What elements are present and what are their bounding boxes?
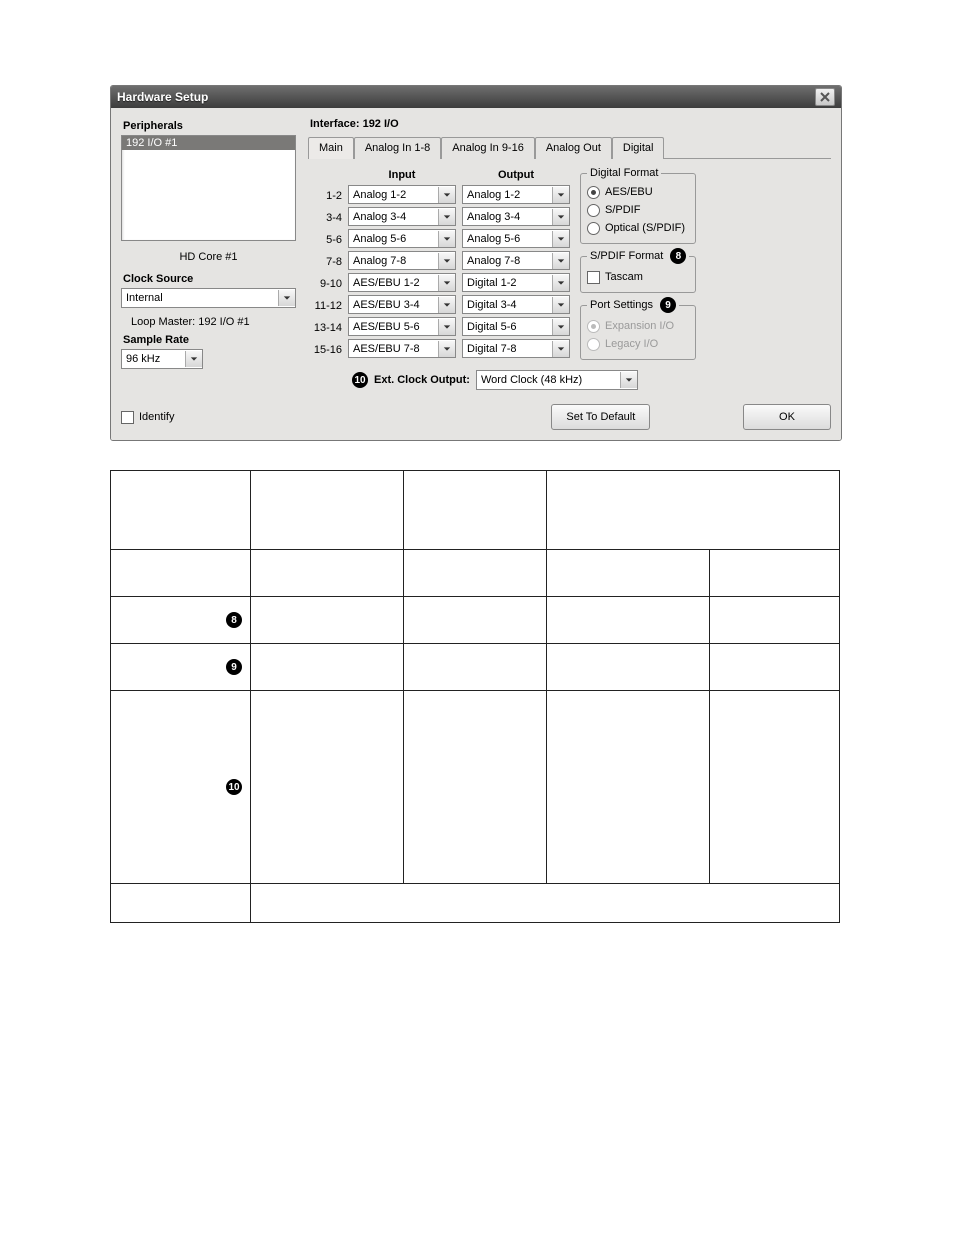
chevron-down-icon bbox=[552, 297, 569, 313]
chevron-down-icon bbox=[438, 187, 455, 203]
tab-analog-in-9-16[interactable]: Analog In 9-16 bbox=[441, 137, 535, 159]
ext-clock-select[interactable]: Word Clock (48 kHz) bbox=[476, 370, 638, 390]
callout-badge: 8 bbox=[226, 612, 242, 628]
radio-aes-ebu[interactable]: AES/EBU bbox=[587, 183, 689, 201]
io-row-label: 13-14 bbox=[308, 317, 348, 339]
loop-master-label: Loop Master: 192 I/O #1 bbox=[131, 316, 296, 328]
io-row-label: 3-4 bbox=[308, 207, 348, 229]
input-select-13-14[interactable]: AES/EBU 5-6 bbox=[348, 317, 456, 336]
digital-format-group: Digital Format AES/EBU S/PDIF Optical (S… bbox=[580, 167, 696, 244]
input-select-15-16[interactable]: AES/EBU 7-8 bbox=[348, 339, 456, 358]
io-row-label: 9-10 bbox=[308, 273, 348, 295]
output-select-11-12[interactable]: Digital 3-4 bbox=[462, 295, 570, 314]
callout-badge-10: 10 bbox=[352, 372, 368, 388]
spdif-format-legend: S/PDIF Format 8 bbox=[587, 248, 689, 264]
sample-rate-value: 96 kHz bbox=[122, 353, 185, 365]
ok-button[interactable]: OK bbox=[743, 404, 831, 430]
chevron-down-icon bbox=[278, 290, 295, 306]
spdif-format-group: S/PDIF Format 8 Tascam bbox=[580, 248, 696, 293]
input-select-1-2[interactable]: Analog 1-2 bbox=[348, 185, 456, 204]
io-row-label: 7-8 bbox=[308, 251, 348, 273]
peripherals-item[interactable]: 192 I/O #1 bbox=[122, 136, 295, 150]
peripherals-list[interactable]: 192 I/O #1 bbox=[121, 135, 296, 241]
tab-bar: Main Analog In 1-8 Analog In 9-16 Analog… bbox=[308, 136, 831, 159]
chevron-down-icon bbox=[185, 351, 202, 367]
chevron-down-icon bbox=[438, 253, 455, 269]
output-select-5-6[interactable]: Analog 5-6 bbox=[462, 229, 570, 248]
port-settings-group: Port Settings 9 Expansion I/O Legacy I/O bbox=[580, 297, 696, 360]
set-to-default-button[interactable]: Set To Default bbox=[551, 404, 650, 430]
port-settings-legend: Port Settings 9 bbox=[587, 297, 679, 313]
interface-label: Interface: 192 I/O bbox=[310, 118, 831, 130]
sample-rate-select[interactable]: 96 kHz bbox=[121, 349, 203, 369]
output-header: Output bbox=[462, 165, 570, 185]
chevron-down-icon bbox=[552, 341, 569, 357]
tab-analog-out[interactable]: Analog Out bbox=[535, 137, 612, 159]
output-select-15-16[interactable]: Digital 7-8 bbox=[462, 339, 570, 358]
clock-source-label: Clock Source bbox=[123, 273, 296, 285]
chevron-down-icon bbox=[438, 297, 455, 313]
title-bar: Hardware Setup bbox=[111, 86, 841, 108]
chevron-down-icon bbox=[438, 231, 455, 247]
chevron-down-icon bbox=[552, 319, 569, 335]
io-row-label: 11-12 bbox=[308, 295, 348, 317]
chevron-down-icon bbox=[438, 275, 455, 291]
input-select-5-6[interactable]: Analog 5-6 bbox=[348, 229, 456, 248]
output-select-1-2[interactable]: Analog 1-2 bbox=[462, 185, 570, 204]
callout-badge: 9 bbox=[226, 659, 242, 675]
tab-main[interactable]: Main bbox=[308, 137, 354, 159]
callout-badge-9: 9 bbox=[660, 297, 676, 313]
chevron-down-icon bbox=[552, 209, 569, 225]
peripherals-label: Peripherals bbox=[123, 120, 296, 132]
chevron-down-icon bbox=[438, 209, 455, 225]
io-row-label: 15-16 bbox=[308, 339, 348, 361]
close-button[interactable] bbox=[815, 88, 835, 106]
io-row-labels: 1-2 3-4 5-6 7-8 9-10 11-12 13-14 15-16 bbox=[308, 165, 348, 364]
window-title: Hardware Setup bbox=[117, 90, 815, 104]
output-select-7-8[interactable]: Analog 7-8 bbox=[462, 251, 570, 270]
close-icon bbox=[820, 92, 830, 102]
input-select-7-8[interactable]: Analog 7-8 bbox=[348, 251, 456, 270]
io-row-label: 5-6 bbox=[308, 229, 348, 251]
input-select-9-10[interactable]: AES/EBU 1-2 bbox=[348, 273, 456, 292]
input-select-11-12[interactable]: AES/EBU 3-4 bbox=[348, 295, 456, 314]
hd-core-label: HD Core #1 bbox=[121, 251, 296, 263]
radio-spdif[interactable]: S/PDIF bbox=[587, 201, 689, 219]
input-select-3-4[interactable]: Analog 3-4 bbox=[348, 207, 456, 226]
radio-optical-spdif[interactable]: Optical (S/PDIF) bbox=[587, 219, 689, 237]
ext-clock-label: Ext. Clock Output: bbox=[374, 374, 470, 386]
output-select-13-14[interactable]: Digital 5-6 bbox=[462, 317, 570, 336]
hardware-setup-window: Hardware Setup Peripherals 192 I/O #1 HD… bbox=[110, 85, 842, 441]
output-select-3-4[interactable]: Analog 3-4 bbox=[462, 207, 570, 226]
chevron-down-icon bbox=[438, 341, 455, 357]
clock-source-select[interactable]: Internal bbox=[121, 288, 296, 308]
tab-digital[interactable]: Digital bbox=[612, 137, 665, 159]
chevron-down-icon bbox=[552, 275, 569, 291]
input-header: Input bbox=[348, 165, 456, 185]
io-row-label: 1-2 bbox=[308, 185, 348, 207]
chevron-down-icon bbox=[620, 372, 637, 388]
check-tascam[interactable]: Tascam bbox=[587, 268, 689, 286]
chevron-down-icon bbox=[552, 231, 569, 247]
callout-table: 8 9 10 bbox=[110, 470, 840, 923]
clock-source-value: Internal bbox=[122, 292, 278, 304]
chevron-down-icon bbox=[438, 319, 455, 335]
radio-expansion-io: Expansion I/O bbox=[587, 317, 689, 335]
radio-legacy-io: Legacy I/O bbox=[587, 335, 689, 353]
identify-checkbox[interactable]: Identify bbox=[121, 408, 174, 426]
tab-analog-in-1-8[interactable]: Analog In 1-8 bbox=[354, 137, 441, 159]
digital-format-legend: Digital Format bbox=[587, 167, 661, 179]
sample-rate-label: Sample Rate bbox=[123, 334, 296, 346]
output-select-9-10[interactable]: Digital 1-2 bbox=[462, 273, 570, 292]
callout-badge: 10 bbox=[226, 779, 242, 795]
chevron-down-icon bbox=[552, 187, 569, 203]
chevron-down-icon bbox=[552, 253, 569, 269]
callout-badge-8: 8 bbox=[670, 248, 686, 264]
